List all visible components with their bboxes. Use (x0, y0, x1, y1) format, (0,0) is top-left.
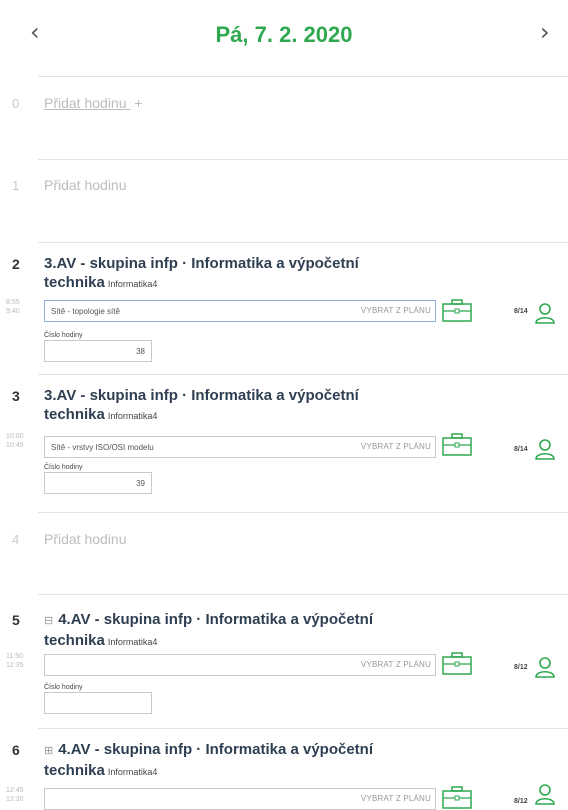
period-number: 6 (12, 742, 20, 758)
time-end: 9:40 (6, 308, 20, 315)
time-start: 11:50 (6, 653, 23, 660)
period-number: 3 (12, 388, 20, 404)
expand-icon[interactable]: ⊟ (44, 615, 53, 627)
lesson-title[interactable]: 3.AV - skupina infp · Informatika a výpo… (44, 254, 464, 294)
topic-input[interactable]: VYBRAT Z PLÁNU (44, 654, 436, 676)
lesson-name: 4.AV - skupina infp · Informatika a výpo… (44, 741, 373, 779)
lesson-times: 12:45 13:30 (6, 786, 24, 804)
dropdown-icon: + (134, 95, 143, 111)
attendance-count: 8/12 (514, 798, 528, 805)
room-label: Informatika4 (107, 279, 158, 289)
chevron-right-icon[interactable]: › (540, 18, 550, 46)
period-0: 0 Přidat hodinu + (0, 76, 568, 158)
lesson-name: 3.AV - skupina infp · Informatika a výpo… (44, 387, 359, 423)
briefcase-icon[interactable] (442, 652, 472, 675)
room-label: Informatika4 (107, 637, 158, 647)
time-start: 12:45 (6, 787, 24, 794)
lesson-number-label: Číslo hodiny (44, 464, 83, 471)
lesson-number-label: Číslo hodiny (44, 684, 83, 691)
choose-from-plan-button[interactable]: VYBRAT Z PLÁNU (361, 794, 431, 803)
lesson-times: 11:50 12:35 (6, 652, 24, 670)
choose-from-plan-button[interactable]: VYBRAT Z PLÁNU (361, 660, 431, 669)
period-number: 2 (12, 256, 20, 272)
person-icon[interactable] (534, 438, 556, 460)
period-6: 6 ⊞ 4.AV - skupina infp · Informatika a v… (0, 728, 568, 810)
lesson-number-value: 39 (136, 479, 145, 488)
briefcase-icon[interactable] (442, 299, 472, 322)
briefcase-icon[interactable] (442, 433, 472, 456)
add-lesson-link[interactable]: Přidat hodinu (44, 177, 127, 193)
lesson-times: 8:55 9:40 (6, 298, 20, 316)
topic-text: Sítě - topologie sítě (51, 307, 120, 316)
attendance-count: 8/14 (514, 308, 528, 315)
topic-input[interactable]: Sítě - vrstvy ISO/OSI modelu VYBRAT Z PLÁ… (44, 436, 436, 458)
expand-icon[interactable]: ⊞ (44, 745, 53, 757)
briefcase-icon[interactable] (442, 786, 472, 809)
add-lesson-label: Přidat hodinu (44, 95, 127, 111)
topic-input[interactable]: VYBRAT Z PLÁNU (44, 788, 436, 810)
period-1: 1 Přidat hodinu (0, 159, 568, 241)
room-label: Informatika4 (107, 411, 158, 421)
person-icon[interactable] (534, 656, 556, 678)
time-end: 13:30 (6, 796, 24, 803)
lesson-number-value: 38 (136, 347, 145, 356)
page-title: Pá, 7. 2. 2020 (215, 22, 353, 47)
lesson-number-input[interactable]: 39 (44, 472, 152, 494)
add-lesson-link[interactable]: Přidat hodinu + (44, 95, 143, 111)
lesson-times: 10:00 10:45 (6, 432, 24, 450)
time-start: 8:55 (6, 299, 20, 306)
period-3: 3 3.AV - skupina infp · Informatika a vý… (0, 374, 568, 512)
lesson-number-input[interactable]: 38 (44, 340, 152, 362)
topic-input[interactable]: Sítě - topologie sítě VYBRAT Z PLÁNU (44, 300, 436, 322)
period-2: 2 3.AV - skupina infp · Informatika a vý… (0, 242, 568, 372)
period-5: 5 ⊟ 4.AV - skupina infp · Informatika a v… (0, 594, 568, 724)
lesson-title[interactable]: 3.AV - skupina infp · Informatika a výpo… (44, 386, 464, 426)
lesson-name: 3.AV - skupina infp · Informatika a výpo… (44, 255, 359, 291)
time-start: 10:00 (6, 433, 24, 440)
period-number: 4 (12, 532, 20, 547)
time-end: 10:45 (6, 442, 24, 449)
lesson-number-input[interactable] (44, 692, 152, 714)
person-icon[interactable] (534, 783, 556, 805)
date-header: ‹ Pá, 7. 2. 2020 › (0, 0, 568, 72)
choose-from-plan-button[interactable]: VYBRAT Z PLÁNU (361, 442, 431, 451)
attendance-count: 8/12 (514, 664, 528, 671)
period-4: 4 Přidat hodinu (0, 512, 568, 594)
topic-text: Sítě - vrstvy ISO/OSI modelu (51, 443, 154, 452)
lesson-title[interactable]: ⊟ 4.AV - skupina infp · Informatika a výp… (44, 610, 464, 652)
lesson-name: 4.AV - skupina infp · Informatika a výpo… (44, 611, 373, 649)
lesson-title[interactable]: ⊞ 4.AV - skupina infp · Informatika a výp… (44, 740, 464, 782)
room-label: Informatika4 (107, 767, 158, 777)
add-lesson-link[interactable]: Přidat hodinu (44, 531, 127, 547)
period-number: 0 (12, 96, 20, 111)
attendance-count: 8/14 (514, 446, 528, 453)
time-end: 12:35 (6, 662, 24, 669)
choose-from-plan-button[interactable]: VYBRAT Z PLÁNU (361, 306, 431, 315)
period-number: 1 (12, 178, 20, 193)
person-icon[interactable] (534, 302, 556, 324)
period-number: 5 (12, 612, 20, 628)
lesson-number-label: Číslo hodiny (44, 332, 83, 339)
